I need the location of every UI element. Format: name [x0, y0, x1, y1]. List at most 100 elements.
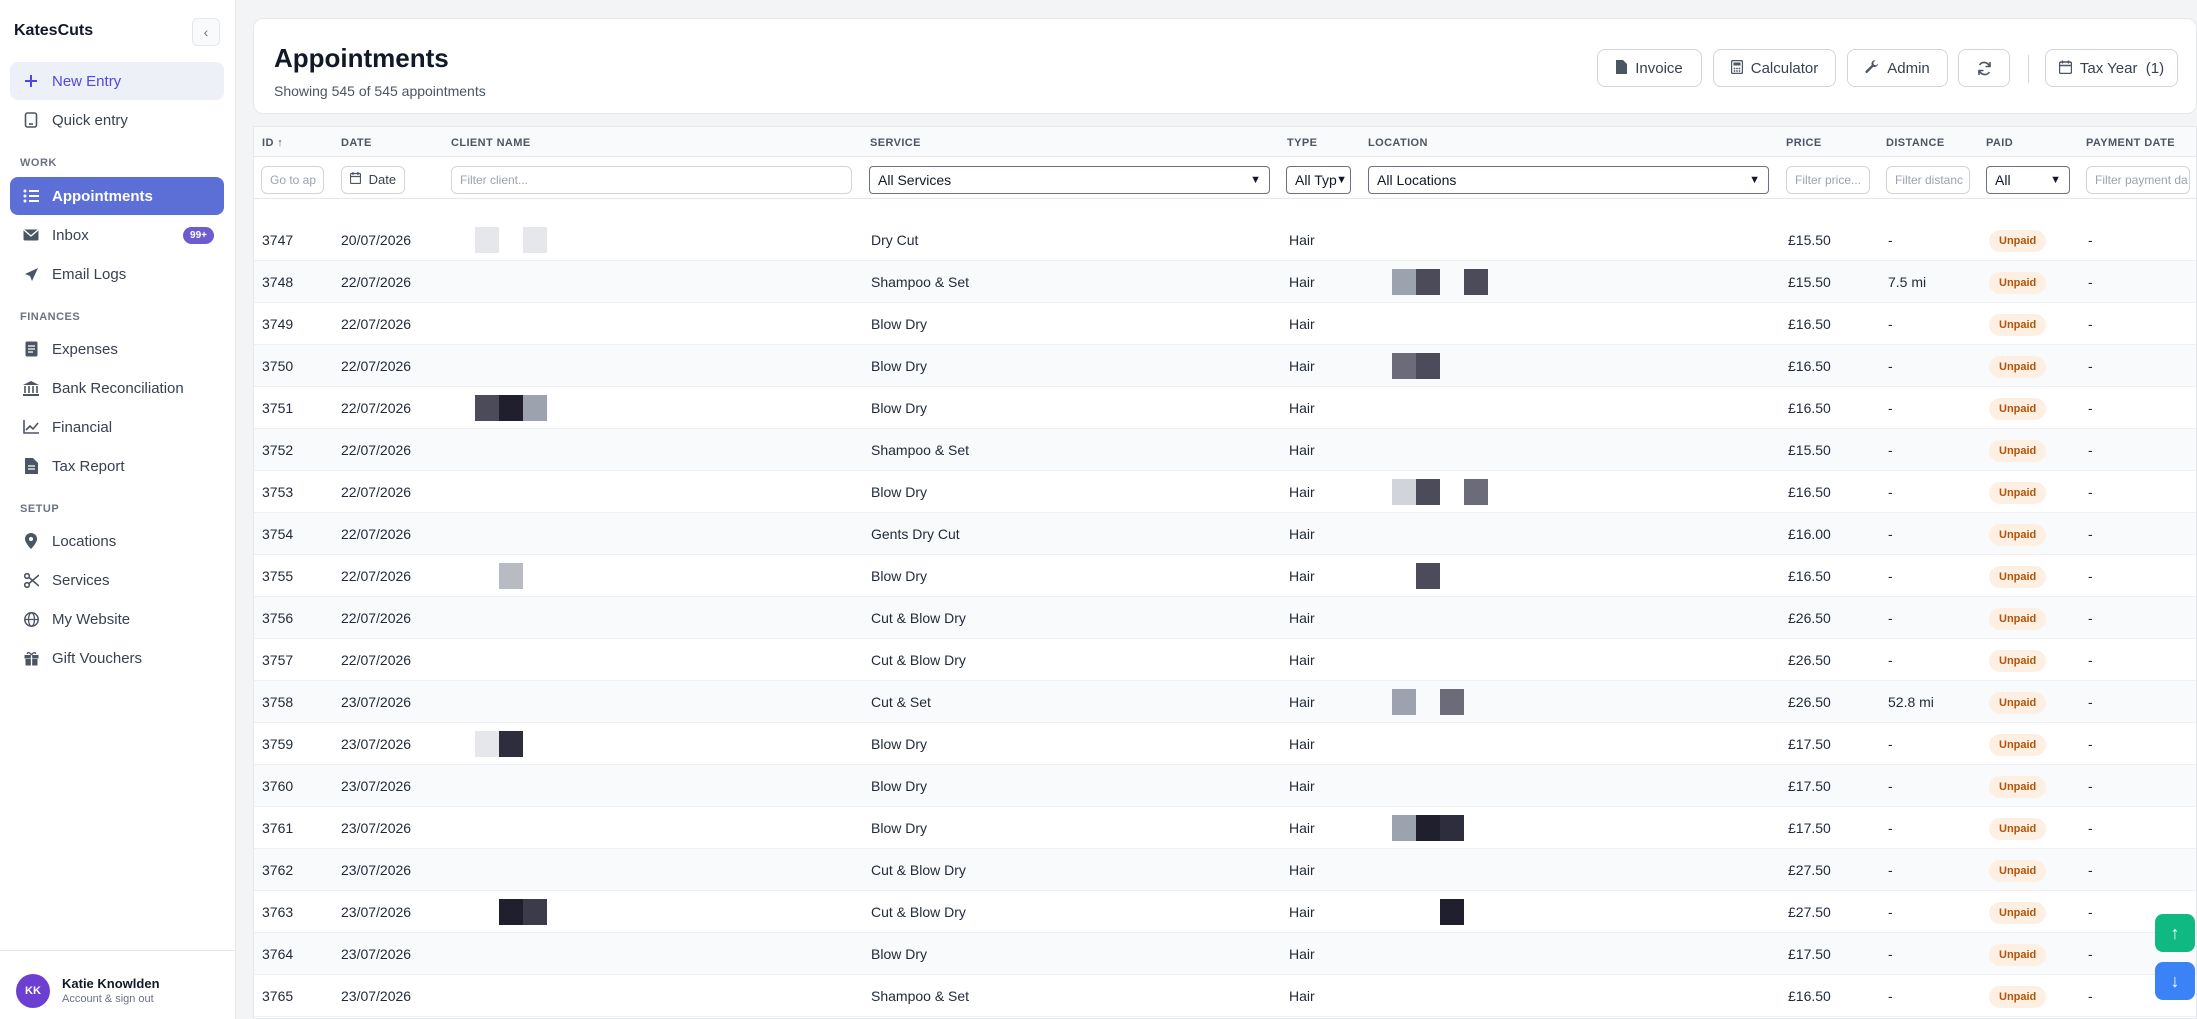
sidebar-item-locations[interactable]: Locations — [10, 522, 224, 560]
cell-date: 22/07/2026 — [341, 610, 412, 626]
admin-button[interactable]: Admin — [1847, 49, 1948, 87]
user-account-button[interactable]: KK Katie Knowlden Account & sign out — [0, 950, 236, 1019]
sidebar-item-gift-vouchers[interactable]: Gift Vouchers — [10, 639, 224, 677]
paid-status-badge[interactable]: Unpaid — [1989, 440, 2047, 462]
column-header-payment-date[interactable]: PAYMENT DATE — [2086, 137, 2175, 149]
map-pin-icon — [22, 532, 40, 550]
table-row[interactable]: 3761 23/07/2026 Blow Dry Hair £17.50 - - Unpaid — [254, 807, 2196, 849]
user-account-link: Account & sign out — [62, 993, 154, 1005]
type-filter-select[interactable]: All Typ ▼ — [1286, 166, 1351, 194]
payment-date-filter-input[interactable]: Filter payment da — [2086, 166, 2190, 194]
sidebar-item-bank-reconciliation[interactable]: Bank Reconciliation — [10, 369, 224, 407]
paid-status-badge[interactable]: Unpaid — [1989, 608, 2047, 630]
paid-status-badge[interactable]: Unpaid — [1989, 650, 2047, 672]
cell-distance: - — [1888, 358, 1893, 374]
sidebar-item-inbox[interactable]: Inbox 99+ — [10, 216, 224, 254]
scroll-top-button[interactable]: ↑ — [2155, 914, 2195, 952]
paid-status-badge[interactable]: Unpaid — [1989, 860, 2047, 882]
location-filter-select[interactable]: All Locations ▼ — [1368, 166, 1769, 194]
calendar-icon — [349, 172, 365, 187]
table-row[interactable]: 3753 22/07/2026 Blow Dry Hair £16.50 - - Unpaid — [254, 471, 2196, 513]
date-filter-button[interactable]: Date — [341, 166, 406, 194]
table-row[interactable]: 3754 22/07/2026 Gents Dry Cut Hair £16.00 - - U… — [254, 513, 2196, 555]
table-row[interactable]: 3755 22/07/2026 Blow Dry Hair £16.50 - - Unpaid — [254, 555, 2196, 597]
table-row[interactable]: 3752 22/07/2026 Shampoo & Set Hair £15.50 - - U… — [254, 429, 2196, 471]
paid-status-badge[interactable]: Unpaid — [1989, 272, 2047, 294]
table-row[interactable]: 3748 22/07/2026 Shampoo & Set Hair £15.50 7.5… — [254, 261, 2196, 303]
cell-payment-date: - — [2088, 274, 2093, 290]
column-header-type[interactable]: TYPE — [1287, 137, 1317, 149]
paid-status-badge[interactable]: Unpaid — [1989, 398, 2047, 420]
table-row[interactable]: 3760 23/07/2026 Blow Dry Hair £17.50 - - Unpaid — [254, 765, 2196, 807]
calculator-button[interactable]: Calculator — [1713, 49, 1836, 87]
sidebar-collapse-button[interactable]: ‹ — [192, 18, 220, 46]
column-header-client[interactable]: CLIENT NAME — [451, 137, 531, 149]
paid-status-badge[interactable]: Unpaid — [1989, 314, 2047, 336]
sidebar-item-expenses[interactable]: Expenses — [10, 330, 224, 368]
table-row[interactable]: 3757 22/07/2026 Cut & Blow Dry Hair £26.50 - -… — [254, 639, 2196, 681]
paid-status-badge[interactable]: Unpaid — [1989, 692, 2047, 714]
id-filter-input[interactable]: Go to ap — [261, 166, 324, 194]
table-row[interactable]: 3763 23/07/2026 Cut & Blow Dry Hair £27.50 - -… — [254, 891, 2196, 933]
bank-icon — [22, 379, 40, 397]
table-row[interactable]: 3759 23/07/2026 Blow Dry Hair £17.50 - - Unpaid — [254, 723, 2196, 765]
invoice-button[interactable]: Invoice — [1597, 49, 1702, 87]
sidebar-item-quick-entry[interactable]: Quick entry — [10, 101, 224, 139]
column-header-service[interactable]: SERVICE — [870, 137, 921, 149]
service-filter-select[interactable]: All Services ▼ — [869, 166, 1270, 194]
paid-status-badge[interactable]: Unpaid — [1989, 986, 2047, 1008]
sidebar-item-appointments[interactable]: Appointments — [10, 177, 224, 215]
column-header-price[interactable]: PRICE — [1786, 137, 1822, 149]
bank-reconciliation-label: Bank Reconciliation — [52, 379, 184, 397]
table-row[interactable]: 3756 22/07/2026 Cut & Blow Dry Hair £26.50 - -… — [254, 597, 2196, 639]
sidebar-item-services[interactable]: Services — [10, 561, 224, 599]
new-entry-button[interactable]: New Entry — [10, 62, 224, 100]
invoice-label: Invoice — [1635, 59, 1683, 77]
column-header-location[interactable]: LOCATION — [1368, 137, 1428, 149]
paid-status-badge[interactable]: Unpaid — [1989, 776, 2047, 798]
cell-service: Gents Dry Cut — [871, 526, 960, 542]
refresh-button[interactable] — [1958, 49, 2010, 87]
chevron-down-icon: ▼ — [1336, 174, 1347, 186]
paid-status-badge[interactable]: Unpaid — [1989, 734, 2047, 756]
date-filter-label: Date — [368, 172, 397, 187]
sidebar-item-my-website[interactable]: My Website — [10, 600, 224, 638]
paid-status-badge[interactable]: Unpaid — [1989, 902, 2047, 924]
client-filter-input[interactable]: Filter client... — [451, 166, 852, 194]
paid-status-badge[interactable]: Unpaid — [1989, 944, 2047, 966]
distance-filter-input[interactable]: Filter distanc — [1886, 166, 1970, 194]
column-header-date[interactable]: DATE — [341, 137, 372, 149]
table-row[interactable]: 3765 23/07/2026 Shampoo & Set Hair £16.50 - - U… — [254, 975, 2196, 1017]
table-row[interactable]: 3758 23/07/2026 Cut & Set Hair £26.50 52.8 mi… — [254, 681, 2196, 723]
table-row[interactable]: 3747 20/07/2026 Dry Cut Hair £15.50 - - Unpaid — [254, 219, 2196, 261]
tax-year-button[interactable]: Tax Year (1) — [2045, 49, 2178, 87]
table-row[interactable]: 3762 23/07/2026 Cut & Blow Dry Hair £27.50 - -… — [254, 849, 2196, 891]
table-row[interactable]: 3750 22/07/2026 Blow Dry Hair £16.50 - - Unpaid — [254, 345, 2196, 387]
paid-status-badge[interactable]: Unpaid — [1989, 356, 2047, 378]
cell-distance: - — [1888, 610, 1893, 626]
paid-status-badge[interactable]: Unpaid — [1989, 482, 2047, 504]
paid-status-badge[interactable]: Unpaid — [1989, 524, 2047, 546]
cell-date: 23/07/2026 — [341, 988, 412, 1004]
price-filter-input[interactable]: Filter price... — [1786, 166, 1870, 194]
sidebar-item-tax-report[interactable]: Tax Report — [10, 447, 224, 485]
column-header-distance[interactable]: DISTANCE — [1886, 137, 1945, 149]
sidebar-item-email-logs[interactable]: Email Logs — [10, 255, 224, 293]
cell-id: 3754 — [262, 526, 294, 542]
tax-report-label: Tax Report — [52, 457, 125, 475]
cell-type: Hair — [1289, 694, 1315, 710]
cell-service: Blow Dry — [871, 736, 928, 752]
document-icon — [22, 457, 40, 475]
column-header-paid[interactable]: PAID — [1986, 137, 2013, 149]
paid-status-badge[interactable]: Unpaid — [1989, 818, 2047, 840]
paid-status-badge[interactable]: Unpaid — [1989, 566, 2047, 588]
paid-status-badge[interactable]: Unpaid — [1989, 230, 2047, 252]
paid-filter-select[interactable]: All ▼ — [1986, 166, 2070, 194]
sidebar-item-financial[interactable]: Financial — [10, 408, 224, 446]
table-row[interactable]: 3764 23/07/2026 Blow Dry Hair £17.50 - - Unpaid — [254, 933, 2196, 975]
table-row[interactable]: 3749 22/07/2026 Blow Dry Hair £16.50 - - Unpaid — [254, 303, 2196, 345]
scroll-bottom-button[interactable]: ↓ — [2155, 962, 2195, 1000]
column-header-id[interactable]: ID ↑ — [262, 137, 283, 149]
cell-payment-date: - — [2088, 400, 2093, 416]
table-row[interactable]: 3751 22/07/2026 Blow Dry Hair £16.50 - - Unpaid — [254, 387, 2196, 429]
